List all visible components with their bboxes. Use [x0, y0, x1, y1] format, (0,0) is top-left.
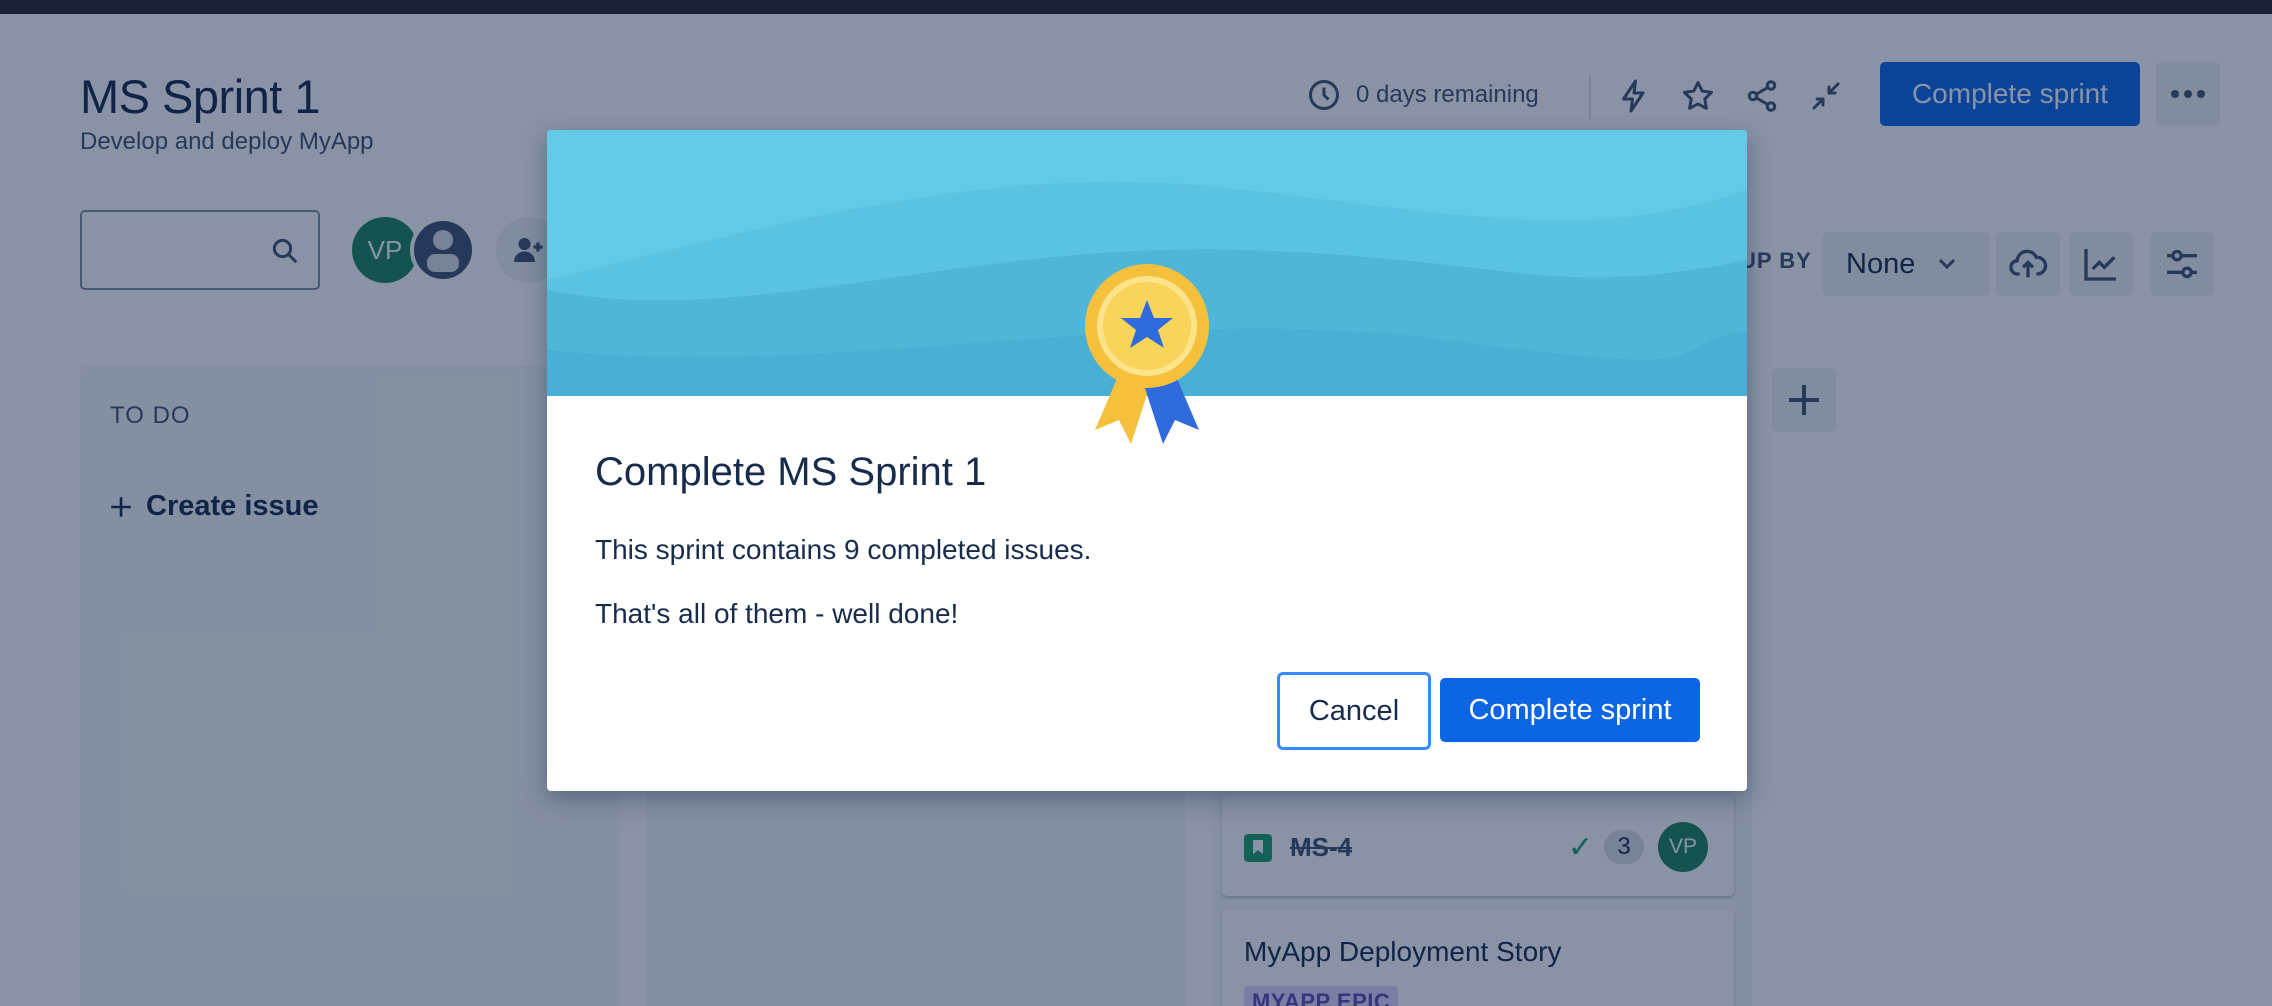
- complete-sprint-button[interactable]: Complete sprint: [1440, 678, 1700, 742]
- award-medal-icon: [1085, 264, 1209, 444]
- dialog-message: This sprint contains 9 completed issues.: [595, 534, 1092, 565]
- cancel-button[interactable]: Cancel: [1277, 672, 1431, 750]
- dialog-title: Complete MS Sprint 1: [595, 450, 987, 494]
- complete-sprint-dialog: Complete MS Sprint 1 This sprint contain…: [547, 130, 1747, 791]
- dialog-submessage: That's all of them - well done!: [595, 598, 959, 629]
